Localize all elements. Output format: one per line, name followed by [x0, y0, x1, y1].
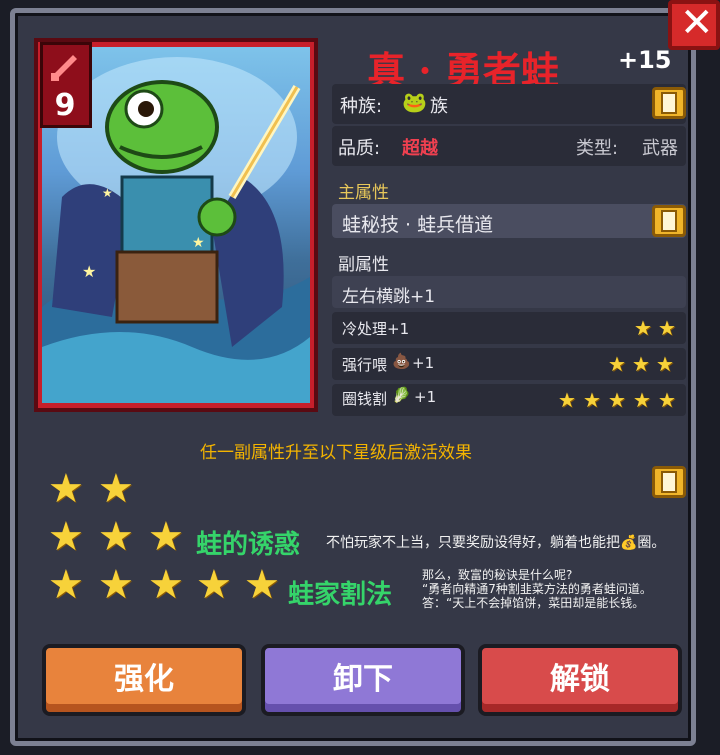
cost-value: 9: [54, 88, 76, 123]
star-icon: ★: [244, 562, 280, 608]
star-icon: ★: [656, 352, 674, 376]
info-book-icon: [661, 471, 677, 493]
close-button[interactable]: ✕: [668, 0, 720, 50]
star-icon: ★: [608, 388, 626, 412]
poop-icon: 💩: [392, 352, 411, 370]
info-book-icon: [661, 210, 677, 232]
star-icon: ★: [98, 466, 134, 512]
sub-attr-label: 左右横跳+1: [342, 287, 436, 307]
unlock-button[interactable]: 解锁: [478, 644, 682, 716]
quality-label: 品质:: [338, 138, 381, 159]
race-label: 种族:: [340, 96, 383, 117]
star-icon: ★: [658, 316, 676, 340]
type-label: 类型:: [576, 138, 619, 159]
sub-attr-label: 冷处理+1: [342, 320, 410, 338]
item-level: +15: [618, 46, 672, 74]
svg-text:★: ★: [192, 235, 205, 251]
star-icon: ★: [148, 562, 184, 608]
sub-attr-label: 圈钱割: [342, 390, 388, 408]
sub-attr-heading: 副属性: [338, 255, 389, 275]
star-icon: ★: [148, 514, 184, 560]
main-attr-heading: 主属性: [338, 183, 389, 203]
bonus-desc: 不怕玩家不上当，只要奖励设得好，躺着也能把💰圈。: [326, 535, 666, 551]
star-icon: ★: [633, 388, 651, 412]
race-value: 族: [430, 96, 448, 117]
star-icon: ★: [558, 388, 576, 412]
close-icon: ✕: [680, 0, 714, 46]
svg-text:★: ★: [102, 186, 113, 200]
main-attr-info-button[interactable]: [652, 205, 686, 237]
sub-attr-suffix: +1: [412, 354, 435, 372]
bonus-info-button[interactable]: [652, 466, 686, 498]
leek-icon: 🥬: [392, 386, 411, 404]
race-row: [332, 84, 686, 124]
svg-text:★: ★: [82, 262, 96, 281]
sub-attr-label: 强行喂: [342, 356, 388, 374]
bonus-name: 蛙的诱惑: [196, 530, 301, 560]
star-icon: ★: [583, 388, 601, 412]
quality-row: [332, 126, 686, 166]
star-icon: ★: [658, 388, 676, 412]
type-value: 武器: [642, 138, 678, 159]
star-icon: ★: [196, 562, 232, 608]
star-icon: ★: [634, 316, 652, 340]
frog-emoji-icon: 🐸: [402, 90, 427, 114]
bonus-desc-line: 答：“天上不会掉馅饼，菜田却是能长钱。: [422, 596, 645, 610]
bonus-desc: 那么，致富的秘诀是什么呢? “勇者向精通7种割韭菜方法的勇者蛙问道。 答：“天上…: [422, 568, 652, 610]
race-info-button[interactable]: [652, 87, 686, 119]
info-book-icon: [661, 92, 677, 114]
sub-attr-suffix: +1: [414, 388, 437, 406]
quality-value: 超越: [402, 138, 438, 159]
star-icon: ★: [608, 352, 626, 376]
bonus-name: 蛙家割法: [288, 580, 393, 610]
sword-icon: [51, 55, 77, 81]
activation-hint: 任一副属性升至以下星级后激活效果: [200, 443, 472, 463]
bonus-desc-line: 那么，致富的秘诀是什么呢?: [422, 568, 573, 582]
star-icon: ★: [98, 562, 134, 608]
star-icon: ★: [98, 514, 134, 560]
unequip-button[interactable]: 卸下: [261, 644, 465, 716]
bonus-desc-line: “勇者向精通7种割韭菜方法的勇者蛙问道。: [422, 582, 652, 596]
main-attr-value: 蛙秘技 · 蛙兵借道: [342, 214, 494, 236]
upgrade-button[interactable]: 强化: [42, 644, 246, 716]
star-icon: ★: [48, 466, 84, 512]
star-icon: ★: [48, 514, 84, 560]
star-icon: ★: [48, 562, 84, 608]
star-icon: ★: [632, 352, 650, 376]
